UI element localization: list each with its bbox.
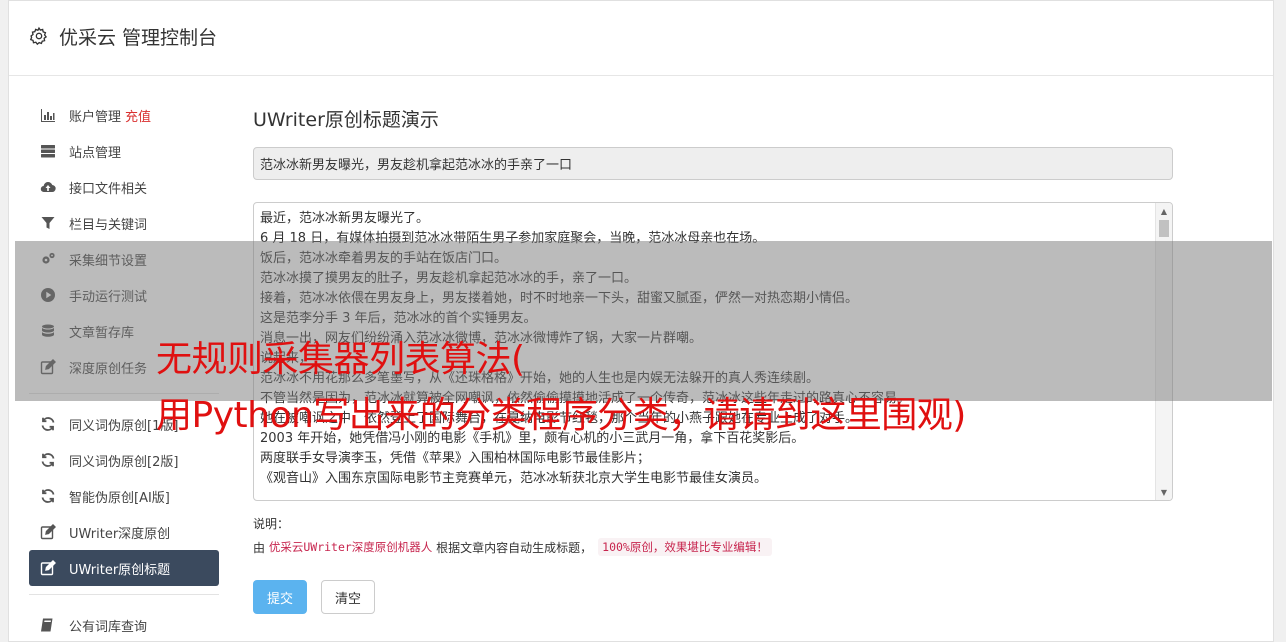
- recharge-link[interactable]: 充值: [125, 106, 151, 125]
- cloud-upload-icon: [39, 178, 57, 196]
- clear-button[interactable]: 清空: [321, 580, 375, 614]
- sidebar-item-b-4[interactable]: UWriter原创标题: [29, 550, 219, 586]
- scroll-thumb[interactable]: [1159, 220, 1169, 237]
- gear-icon: [29, 26, 49, 46]
- refresh-icon: [39, 415, 57, 433]
- sidebar-item-c-0[interactable]: 公有词库查询: [29, 607, 219, 642]
- edit-icon: [39, 559, 57, 577]
- refresh-icon: [39, 451, 57, 469]
- article-line: 最近，范冰冰新男友曝光了。: [260, 211, 430, 226]
- sidebar-item-label: 同义词伪原创[2版]: [69, 454, 179, 470]
- title-output-field[interactable]: 范冰冰新男友曝光，男友趁机拿起范冰冰的手亲了一口: [253, 147, 1173, 180]
- filter-icon: [39, 214, 57, 232]
- sidebar-item-b-1[interactable]: 同义词伪原创[2版]: [29, 442, 219, 478]
- sidebar-item-label: 接口文件相关: [69, 181, 148, 197]
- sidebar-item-a-1[interactable]: 站点管理: [29, 133, 219, 169]
- section-heading: UWriter原创标题演示: [253, 109, 439, 131]
- submit-button[interactable]: 提交: [253, 580, 307, 614]
- sidebar-item-a-2[interactable]: 接口文件相关: [29, 169, 219, 205]
- note-label: 说明：: [253, 517, 290, 531]
- sidebar-divider: [29, 594, 219, 595]
- button-row: 提交 清空: [253, 580, 1173, 614]
- edit-icon: [39, 523, 57, 541]
- scroll-down-icon[interactable]: ▼: [1156, 484, 1172, 500]
- overlay-title-line1: 无规则采集器列表算法(: [156, 339, 525, 380]
- article-line: 两度联手女导演李玉，凭借《苹果》入围柏林国际电影节最佳影片；: [260, 451, 651, 466]
- overlay-title-line2: 用Python写出来的分类程序分类，请请到这里围观): [156, 395, 966, 436]
- page-title: 优采云 管理控制台: [59, 27, 218, 49]
- note-text: 由 优采云UWriter深度原创机器人 根据文章内容自动生成标题， 100%原创…: [253, 538, 1173, 556]
- note-middle: 根据文章内容自动生成标题，: [436, 540, 593, 555]
- article-line: 《观音山》入围东京国际电影节主竞赛单元，范冰冰斩获北京大学生电影节最佳女演员。: [260, 471, 768, 486]
- sidebar-item-label: 账户管理: [69, 109, 122, 125]
- note-product-name: 优采云UWriter深度原创机器人: [268, 540, 433, 554]
- sidebar-item-label: UWriter深度原创: [69, 526, 171, 542]
- sidebar-item-a-3[interactable]: 栏目与关键词: [29, 205, 219, 241]
- note-highlight: 100%原创，效果堪比专业编辑！: [598, 538, 772, 556]
- header: 优采云 管理控制台: [9, 1, 1273, 76]
- sidebar-item-label: 公有词库查询: [69, 619, 148, 635]
- sidebar-item-label: 栏目与关键词: [69, 217, 148, 233]
- sidebar-item-a-0[interactable]: 账户管理 充值: [29, 97, 219, 133]
- sidebar-item-b-3[interactable]: UWriter深度原创: [29, 514, 219, 550]
- sidebar-item-label: UWriter原创标题: [69, 562, 171, 578]
- refresh-icon: [39, 487, 57, 505]
- scroll-up-icon[interactable]: ▲: [1156, 203, 1172, 219]
- bar-chart-icon: [39, 106, 57, 124]
- sidebar-item-label: 智能伪原创[AI版]: [69, 490, 170, 506]
- sidebar-item-b-2[interactable]: 智能伪原创[AI版]: [29, 478, 219, 514]
- note-prefix: 由: [253, 540, 266, 555]
- sidebar-item-label: 站点管理: [69, 145, 122, 161]
- book-icon: [39, 616, 57, 634]
- server-icon: [39, 142, 57, 160]
